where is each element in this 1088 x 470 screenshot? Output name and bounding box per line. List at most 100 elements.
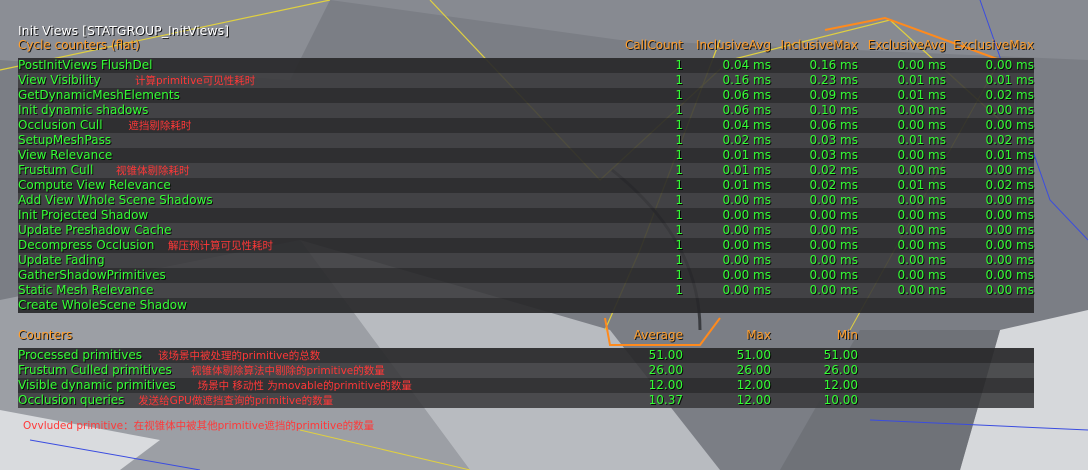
stat-inc-max-value: 0.00 ms — [809, 253, 858, 267]
stat-exc-max-value: 0.00 ms — [985, 238, 1034, 252]
counter-min-value: 12.00 — [823, 378, 858, 392]
stat-inc-max-value: 0.02 ms — [809, 178, 858, 192]
stat-inc-max-value: 0.23 ms — [809, 73, 858, 87]
stat-exc-max-value: 0.00 ms — [985, 253, 1034, 267]
col-callcount-header: CallCount — [624, 38, 683, 52]
counter-annotation: 视锥体剔除算法中剔除的primitive的数量 — [191, 365, 385, 377]
counter-name: Visible dynamic primitives — [18, 378, 176, 392]
counters-label: Counters — [18, 328, 73, 342]
stat-name: View Relevance — [18, 148, 113, 162]
stat-inc-max-value: 0.00 ms — [809, 223, 858, 237]
stat-name: Static Mesh Relevance — [18, 283, 154, 297]
stat-annotation: 遮挡剔除耗时 — [128, 120, 192, 132]
stat-calls-value: 1 — [675, 193, 683, 207]
stat-name: View Visibility — [18, 73, 101, 87]
stat-exc-avg-value: 0.00 ms — [897, 223, 946, 237]
stat-annotation: 计算primitive可见性耗时 — [135, 75, 256, 87]
stat-group-title: Init Views [STATGROUP_InitViews] — [18, 23, 229, 38]
stat-exc-avg-value: 0.01 ms — [897, 88, 946, 102]
stat-name: GatherShadowPrimitives — [18, 268, 166, 282]
col-min-header: Min — [836, 328, 858, 342]
stat-inc-max-value: 0.03 ms — [809, 133, 858, 147]
stat-calls-value: 1 — [675, 163, 683, 177]
stat-exc-avg-value: 0.01 ms — [897, 133, 946, 147]
counter-avg-value: 51.00 — [648, 348, 683, 362]
counter-avg-value: 12.00 — [648, 378, 683, 392]
stat-inc-max-value: 0.09 ms — [809, 88, 858, 102]
stat-annotation: 视锥体剔除耗时 — [116, 165, 190, 177]
stat-exc-max-value: 0.00 ms — [985, 163, 1034, 177]
stat-exc-max-value: 0.00 ms — [985, 208, 1034, 222]
stat-inc-avg-value: 0.00 ms — [722, 283, 771, 297]
counter-annotation: 场景中 移动性 为movable的primitive的数量 — [197, 380, 412, 392]
stat-exc-avg-value: 0.00 ms — [897, 103, 946, 117]
stat-inc-avg-value: 0.00 ms — [722, 193, 771, 207]
counter-max-value: 12.00 — [736, 393, 771, 407]
stat-name: Update Fading — [18, 253, 105, 267]
stat-exc-max-value: 0.00 ms — [985, 268, 1034, 282]
stat-exc-max-value: 0.02 ms — [985, 133, 1034, 147]
stat-inc-avg-value: 0.02 ms — [722, 133, 771, 147]
counter-annotation: 该场景中被处理的primitive的总数 — [158, 350, 321, 362]
stat-inc-avg-value: 0.00 ms — [722, 208, 771, 222]
stat-name: SetupMeshPass — [18, 133, 112, 147]
counter-annotation: 发送给GPU做遮挡查询的primitive的数量 — [138, 395, 334, 407]
stat-inc-max-value: 0.10 ms — [809, 103, 858, 117]
stat-name: Init dynamic shadows — [18, 103, 149, 117]
counter-max-value: 12.00 — [736, 378, 771, 392]
col-average-header: Average — [633, 328, 683, 342]
counter-min-value: 26.00 — [823, 363, 858, 377]
counter-avg-value: 26.00 — [648, 363, 683, 377]
stat-inc-avg-value: 0.16 ms — [722, 73, 771, 87]
stat-inc-avg-value: 0.00 ms — [722, 253, 771, 267]
col-exclusive-avg-header: ExclusiveAvg — [867, 38, 946, 52]
stat-inc-max-value: 0.00 ms — [809, 208, 858, 222]
cycle-counters-label: Cycle counters (flat) — [18, 38, 140, 52]
stat-exc-avg-value: 0.00 ms — [897, 58, 946, 72]
stat-exc-max-value: 0.01 ms — [985, 73, 1034, 87]
stat-calls-value: 1 — [675, 73, 683, 87]
stat-exc-max-value: 0.00 ms — [985, 118, 1034, 132]
stat-exc-max-value: 0.00 ms — [985, 103, 1034, 117]
col-inclusive-max-header: InclusiveMax — [780, 38, 858, 52]
stat-inc-max-value: 0.00 ms — [809, 193, 858, 207]
stat-name: GetDynamicMeshElements — [18, 88, 180, 102]
stat-exc-avg-value: 0.00 ms — [897, 193, 946, 207]
stat-exc-max-value: 0.01 ms — [985, 148, 1034, 162]
stat-name: Init Projected Shadow — [18, 208, 149, 222]
stat-calls-value: 1 — [675, 178, 683, 192]
stat-name: Compute View Relevance — [18, 178, 171, 192]
stat-inc-max-value: 0.00 ms — [809, 238, 858, 252]
stats-overlay: Init Views [STATGROUP_InitViews] Cycle c… — [0, 0, 1088, 470]
col-max-header: Max — [746, 328, 771, 342]
stat-name: Decompress Occlusion — [18, 238, 155, 252]
stat-calls-value: 1 — [675, 148, 683, 162]
stat-calls-value: 1 — [675, 133, 683, 147]
stat-inc-avg-value: 0.01 ms — [722, 178, 771, 192]
stat-inc-max-value: 0.00 ms — [809, 268, 858, 282]
stat-inc-max-value: 0.06 ms — [809, 118, 858, 132]
counter-name: Processed primitives — [18, 348, 143, 362]
counter-min-value: 10.00 — [823, 393, 858, 407]
stat-name: Create WholeScene Shadow — [18, 298, 187, 312]
stat-inc-max-value: 0.16 ms — [809, 58, 858, 72]
stat-inc-avg-value: 0.04 ms — [722, 58, 771, 72]
stat-calls-value: 1 — [675, 238, 683, 252]
stat-exc-avg-value: 0.01 ms — [897, 73, 946, 87]
stat-inc-avg-value: 0.00 ms — [722, 268, 771, 282]
stat-calls-value: 1 — [675, 103, 683, 117]
stat-inc-avg-value: 0.01 ms — [722, 148, 771, 162]
stat-calls-value: 1 — [675, 88, 683, 102]
stat-inc-avg-value: 0.06 ms — [722, 88, 771, 102]
stat-exc-avg-value: 0.00 ms — [897, 208, 946, 222]
stat-calls-value: 1 — [675, 253, 683, 267]
stat-exc-avg-value: 0.00 ms — [897, 283, 946, 297]
stat-calls-value: 1 — [675, 223, 683, 237]
stat-inc-avg-value: 0.00 ms — [722, 223, 771, 237]
stat-name: Occlusion Cull — [18, 118, 103, 132]
stat-exc-max-value: 0.02 ms — [985, 178, 1034, 192]
stat-exc-avg-value: 0.00 ms — [897, 268, 946, 282]
col-inclusive-avg-header: InclusiveAvg — [696, 38, 771, 52]
stat-name: PostInitViews FlushDel — [18, 58, 153, 72]
counter-name: Frustum Culled primitives — [18, 363, 172, 377]
